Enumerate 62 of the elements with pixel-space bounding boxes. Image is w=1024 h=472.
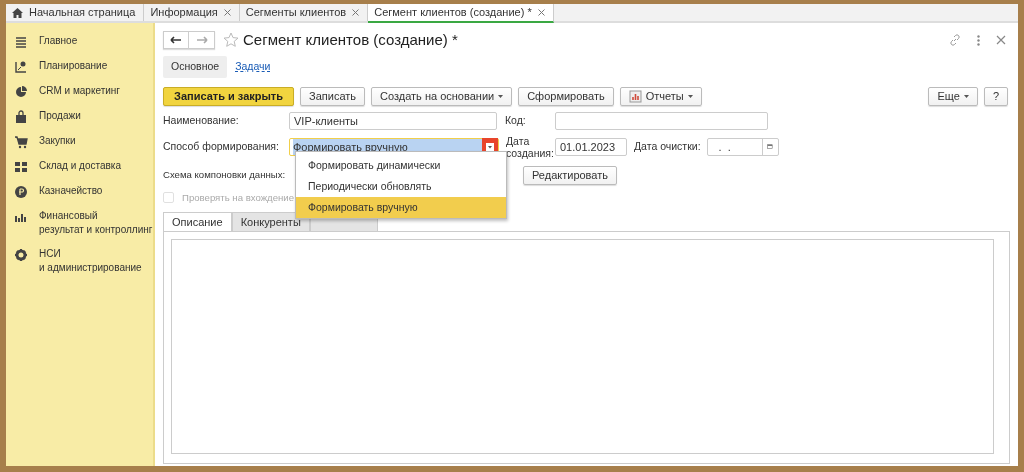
- dropdown-option[interactable]: Формировать динамически: [296, 155, 506, 176]
- form-tab[interactable]: Описание: [163, 212, 232, 232]
- toolbar-button[interactable]: Записать и закрыть: [163, 86, 295, 106]
- sidebar-item[interactable]: Казначейство: [39, 184, 103, 198]
- code-field[interactable]: [555, 111, 768, 130]
- close-icon[interactable]: [223, 9, 231, 16]
- more-icon[interactable]: [977, 34, 980, 46]
- coin-icon[interactable]: [14, 185, 28, 199]
- caret-icon: [687, 94, 693, 98]
- close-icon[interactable]: [537, 9, 545, 16]
- left-arrow-icon: [170, 36, 182, 44]
- sidebar-item[interactable]: НСИ и администрирование: [39, 247, 142, 275]
- section-tab[interactable]: Задачи: [235, 56, 271, 78]
- sidebar-item[interactable]: Закупки: [39, 134, 76, 148]
- date-field[interactable]: 01.01.2023: [555, 137, 627, 156]
- chart-icon[interactable]: [14, 60, 28, 74]
- field-label: Дата создания:: [506, 134, 555, 159]
- sidebar-item[interactable]: Главное: [39, 34, 78, 48]
- link-icon[interactable]: [949, 34, 961, 46]
- pie-chart-icon[interactable]: [14, 85, 28, 99]
- menu-icon[interactable]: [14, 35, 28, 49]
- grid-icon[interactable]: [14, 160, 28, 174]
- gear-icon[interactable]: [14, 248, 28, 262]
- sidebar-item[interactable]: Склад и доставка: [39, 159, 121, 173]
- toolbar-button[interactable]: Записать: [300, 86, 366, 106]
- field-label: Способ формирования:: [163, 138, 280, 154]
- field-label: Наименование:: [163, 112, 240, 128]
- sidebar-item[interactable]: CRM и маркетинг: [39, 84, 120, 98]
- right-arrow-icon: [195, 36, 208, 44]
- name-field[interactable]: VIP-клиенты: [289, 111, 497, 130]
- star-icon[interactable]: [223, 32, 239, 48]
- cart-icon[interactable]: [14, 135, 28, 149]
- bag-icon[interactable]: [14, 110, 28, 124]
- date-field[interactable]: . .: [706, 137, 779, 156]
- close-icon[interactable]: [996, 35, 1006, 45]
- report-icon: [628, 89, 642, 103]
- home-icon: [12, 7, 23, 18]
- field-label: Код:: [505, 112, 527, 128]
- sidebar-item[interactable]: Финансовый результат и контроллинг: [39, 209, 153, 237]
- open-tab[interactable]: Информация: [144, 4, 240, 21]
- sidebar-item[interactable]: Продажи: [39, 109, 81, 123]
- sidebar-item[interactable]: Планирование: [39, 59, 108, 73]
- section-tab[interactable]: Основное: [163, 56, 228, 78]
- edit-button[interactable]: Редактировать: [523, 165, 617, 185]
- form-tab[interactable]: Конкуренты: [231, 212, 310, 232]
- toolbar-button[interactable]: Еще: [928, 86, 978, 106]
- open-tab[interactable]: Начальная страница: [6, 4, 145, 21]
- field-label: Дата очистки:: [634, 138, 701, 154]
- dropdown-option[interactable]: Периодически обновлять: [296, 176, 506, 197]
- dropdown-option[interactable]: Формировать вручную: [296, 197, 506, 218]
- toolbar-button[interactable]: ?: [983, 86, 1008, 106]
- field-label: Схема компоновки данных:: [163, 169, 286, 181]
- form-title: Сегмент клиентов (создание) *: [243, 29, 458, 50]
- toolbar-button[interactable]: Сформировать: [518, 86, 614, 106]
- checkbox-label: Проверять на вхождение: [182, 190, 295, 205]
- toolbar-button[interactable]: Создать на основании: [371, 86, 513, 106]
- caret-icon: [498, 94, 504, 98]
- open-tab[interactable]: Сегмент клиентов (создание) *: [368, 4, 554, 23]
- toolbar-button[interactable]: Отчеты: [619, 86, 702, 106]
- back-button[interactable]: [163, 31, 189, 49]
- close-icon[interactable]: [352, 9, 360, 16]
- caret-icon: [963, 94, 969, 98]
